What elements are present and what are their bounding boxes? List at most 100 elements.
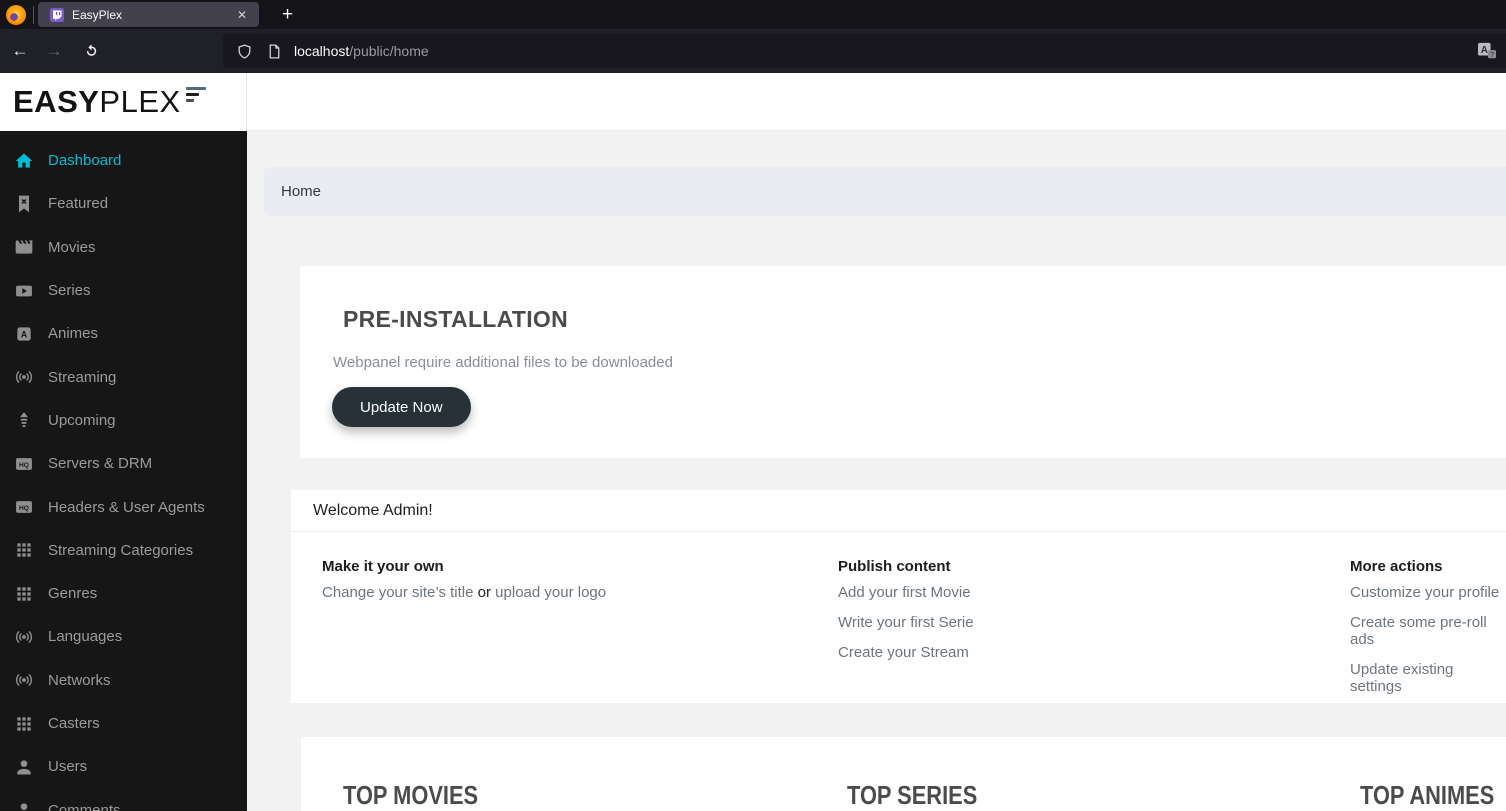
sidebar-item-label: Upcoming bbox=[48, 412, 116, 429]
main-content: Home PRE-INSTALLATION Webpanel require a… bbox=[247, 73, 1506, 811]
pre-installation-title: PRE-INSTALLATION bbox=[343, 306, 568, 333]
sidebar-item-casters[interactable]: Casters bbox=[0, 702, 247, 745]
broadcast-icon bbox=[14, 627, 34, 647]
sidebar-menu: Dashboard Featured Movies Series A Anime… bbox=[0, 131, 247, 811]
sidebar-item-headers-user-agents[interactable]: HQ Headers & User Agents bbox=[0, 485, 247, 528]
logo-bold-part: EASY bbox=[13, 84, 99, 120]
update-settings-link[interactable]: Update existing settings bbox=[1350, 661, 1506, 695]
welcome-card: Welcome Admin! Make it your own Change y… bbox=[291, 490, 1506, 703]
sidebar-item-label: Comments bbox=[48, 802, 121, 811]
change-site-title-link[interactable]: Change your site’s title bbox=[322, 584, 473, 601]
sidebar-item-featured[interactable]: Featured bbox=[0, 182, 247, 225]
grid-icon bbox=[14, 714, 34, 734]
reload-icon bbox=[84, 43, 99, 58]
conjunction-text: or bbox=[478, 584, 491, 601]
tab-close-icon[interactable]: ✕ bbox=[233, 6, 251, 24]
browser-tab-strip: EasyPlex ✕ + bbox=[0, 0, 1506, 29]
url-text: localhost/public/home bbox=[294, 43, 429, 59]
shield-icon[interactable] bbox=[236, 43, 253, 60]
back-button[interactable]: ← bbox=[8, 40, 32, 62]
hq-badge-icon: HQ bbox=[14, 454, 34, 474]
welcome-column-make-it-your-own: Make it your own Change your site’s titl… bbox=[322, 558, 606, 614]
broadcast-icon bbox=[14, 367, 34, 387]
top-movies-heading: TOP MOVIES bbox=[343, 780, 478, 811]
url-host: localhost bbox=[294, 43, 349, 59]
person-icon bbox=[14, 757, 34, 777]
column-heading: Make it your own bbox=[322, 558, 606, 575]
sidebar-item-users[interactable]: Users bbox=[0, 745, 247, 788]
new-tab-button[interactable]: + bbox=[276, 4, 299, 26]
top-series-heading: TOP SERIES bbox=[847, 780, 977, 811]
translate-icon[interactable]: A ? bbox=[1477, 42, 1497, 60]
add-first-movie-link[interactable]: Add your first Movie bbox=[838, 584, 974, 601]
write-first-serie-link[interactable]: Write your first Serie bbox=[838, 614, 974, 631]
top-lists-card: TOP MOVIES TOP SERIES TOP ANIMES bbox=[301, 737, 1506, 811]
breadcrumb: Home bbox=[264, 167, 1506, 216]
grid-icon bbox=[14, 584, 34, 604]
sidebar-item-comments[interactable]: Comments bbox=[0, 788, 247, 811]
svg-text:A: A bbox=[21, 329, 28, 339]
twitch-favicon-icon bbox=[49, 7, 65, 23]
welcome-column-more-actions: More actions Customize your profile Crea… bbox=[1350, 558, 1506, 708]
svg-text:?: ? bbox=[1490, 50, 1494, 59]
sidebar: EASYPLEX Dashboard Featured Movies Serie… bbox=[0, 73, 247, 811]
reload-button[interactable] bbox=[79, 42, 103, 64]
customize-line: Change your site’s title or upload your … bbox=[322, 584, 606, 601]
create-stream-link[interactable]: Create your Stream bbox=[838, 644, 974, 661]
welcome-card-header: Welcome Admin! bbox=[291, 490, 1506, 532]
sidebar-item-animes[interactable]: A Animes bbox=[0, 312, 247, 355]
sidebar-item-label: Animes bbox=[48, 325, 98, 342]
top-bar bbox=[247, 73, 1506, 131]
welcome-card-body: Make it your own Change your site’s titl… bbox=[291, 532, 1506, 702]
sidebar-item-servers-drm[interactable]: HQ Servers & DRM bbox=[0, 442, 247, 485]
tab-title: EasyPlex bbox=[72, 8, 233, 22]
update-now-button[interactable]: Update Now bbox=[332, 387, 471, 427]
bookmark-x-icon bbox=[14, 194, 34, 214]
logo-speed-lines-icon bbox=[186, 87, 206, 102]
home-icon bbox=[14, 151, 34, 171]
sidebar-item-movies[interactable]: Movies bbox=[0, 226, 247, 269]
sidebar-item-genres[interactable]: Genres bbox=[0, 572, 247, 615]
sidebar-item-streaming-categories[interactable]: Streaming Categories bbox=[0, 529, 247, 572]
column-heading: More actions bbox=[1350, 558, 1506, 575]
sidebar-item-label: Languages bbox=[48, 628, 122, 645]
sidebar-item-label: Users bbox=[48, 758, 87, 775]
firefox-icon[interactable] bbox=[6, 5, 26, 25]
app-logo-text: EASYPLEX bbox=[13, 84, 181, 120]
welcome-title: Welcome Admin! bbox=[313, 502, 433, 520]
column-heading: Publish content bbox=[838, 558, 974, 575]
grid-icon bbox=[14, 540, 34, 560]
person-icon bbox=[14, 800, 34, 811]
page-icon[interactable] bbox=[266, 43, 283, 60]
welcome-column-publish-content: Publish content Add your first Movie Wri… bbox=[838, 558, 974, 674]
create-preroll-ads-link[interactable]: Create some pre-roll ads bbox=[1350, 614, 1506, 648]
sidebar-item-languages[interactable]: Languages bbox=[0, 615, 247, 658]
sidebar-item-label: Series bbox=[48, 282, 91, 299]
sidebar-item-label: Movies bbox=[48, 239, 96, 256]
sidebar-item-upcoming[interactable]: Upcoming bbox=[0, 399, 247, 442]
pre-installation-subtitle: Webpanel require additional files to be … bbox=[333, 354, 673, 371]
browser-tab[interactable]: EasyPlex ✕ bbox=[38, 2, 259, 27]
sidebar-item-streaming[interactable]: Streaming bbox=[0, 355, 247, 398]
sidebar-item-series[interactable]: Series bbox=[0, 269, 247, 312]
app-logo[interactable]: EASYPLEX bbox=[0, 73, 247, 131]
customize-profile-link[interactable]: Customize your profile bbox=[1350, 584, 1506, 601]
pre-installation-card: PRE-INSTALLATION Webpanel require additi… bbox=[300, 266, 1506, 458]
top-animes-heading: TOP ANIMES bbox=[1360, 780, 1494, 811]
url-bar[interactable]: localhost/public/home A ? bbox=[223, 34, 1506, 68]
sidebar-item-label: Streaming bbox=[48, 369, 116, 386]
upload-logo-link[interactable]: upload your logo bbox=[495, 584, 606, 601]
sidebar-item-label: Headers & User Agents bbox=[48, 499, 205, 516]
sidebar-item-label: Networks bbox=[48, 672, 111, 689]
forward-button[interactable]: → bbox=[42, 40, 66, 62]
logo-light-part: PLEX bbox=[99, 84, 180, 120]
letter-a-badge-icon: A bbox=[14, 324, 34, 344]
sort-up-icon bbox=[14, 410, 34, 430]
sidebar-item-label: Casters bbox=[48, 715, 100, 732]
sidebar-item-networks[interactable]: Networks bbox=[0, 659, 247, 702]
svg-text:HQ: HQ bbox=[19, 505, 29, 512]
sidebar-item-label: Streaming Categories bbox=[48, 542, 193, 559]
video-play-icon bbox=[14, 281, 34, 301]
svg-text:HQ: HQ bbox=[19, 462, 29, 469]
sidebar-item-dashboard[interactable]: Dashboard bbox=[0, 139, 247, 182]
